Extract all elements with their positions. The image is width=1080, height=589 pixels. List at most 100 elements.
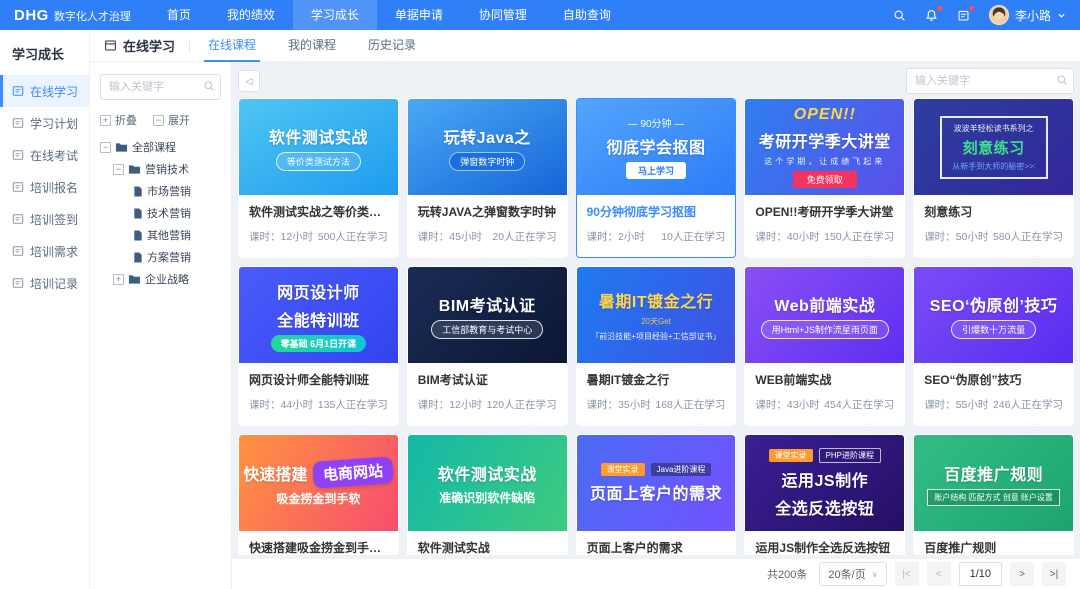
sidebar-item[interactable]: 在线考试 xyxy=(0,139,89,171)
course-card[interactable]: Web前端实战用Html+JS制作流星雨页面WEB前端实战课时：43小时454人… xyxy=(744,266,905,426)
course-title[interactable]: 玩转JAVA之弹窗数字时钟 xyxy=(418,203,557,220)
nav-menu-item[interactable]: 协同管理 xyxy=(461,0,545,30)
tab-active[interactable]: 在线课程 xyxy=(204,30,260,62)
todo-list-icon[interactable] xyxy=(957,8,971,22)
course-title[interactable]: 网页设计师全能特训班 xyxy=(249,371,388,388)
tree-node[interactable]: −全部课程 xyxy=(100,136,221,158)
collapse-label: 折叠 xyxy=(115,112,137,128)
tree-node[interactable]: 其他营销 xyxy=(100,224,221,246)
course-title[interactable]: 刻意练习 xyxy=(924,203,1063,220)
collapse-node-icon[interactable]: − xyxy=(100,142,111,153)
course-card[interactable]: OPEN!!考研开学季大讲堂这个学期，让成绩飞起来免费领取OPEN!!考研开学季… xyxy=(744,98,905,258)
stat: 98 xyxy=(418,255,446,258)
course-title[interactable]: 90分钟彻底学习抠图 xyxy=(587,203,726,220)
sidebar-item[interactable]: 在线学习 xyxy=(0,75,89,107)
nav-menu-item[interactable]: 自助查询 xyxy=(545,0,629,30)
course-title[interactable]: SEO“伪原创”技巧 xyxy=(924,371,1063,388)
course-card[interactable]: BIM考试认证工信部教育与考试中心BIM考试认证课时：12小时120人正在学习2… xyxy=(407,266,568,426)
nav-menu-item[interactable]: 单据申请 xyxy=(377,0,461,30)
course-title[interactable]: 快速搭建吸金捞金到手软的电商... xyxy=(249,539,388,555)
course-card[interactable]: 软件测试实战准确识别软件缺陷软件测试实战 xyxy=(407,434,568,555)
expand-all-button[interactable]: − 展开 xyxy=(153,112,190,128)
folder-icon xyxy=(128,274,141,285)
search-icon[interactable] xyxy=(203,80,215,92)
comment-icon xyxy=(354,423,366,426)
course-card[interactable]: 课堂实录Java进阶课程页面上客户的需求页面上客户的需求 xyxy=(576,434,737,555)
tree-node[interactable]: 技术营销 xyxy=(100,202,221,224)
course-title[interactable]: BIM考试认证 xyxy=(418,371,557,388)
course-stats: 25688126 xyxy=(418,423,557,426)
course-meta: 课时：35小时168人正在学习 xyxy=(587,397,726,412)
course-title[interactable]: WEB前端实战 xyxy=(755,371,894,388)
course-card[interactable]: 网页设计师全能特训班零基础 6月1日开课网页设计师全能特训班课时：44小时135… xyxy=(238,266,399,426)
course-banner: — 90分钟 —彻底学会抠图马上学习 xyxy=(577,99,736,195)
sidebar-item[interactable]: 培训记录 xyxy=(0,267,89,299)
search-icon[interactable] xyxy=(893,8,907,22)
course-card[interactable]: 课堂实录PHP进阶课程运用JS制作全选反选按钮运用JS制作全选反选按钮 xyxy=(744,434,905,555)
course-meta: 课时：55小时246人正在学习 xyxy=(924,397,1063,412)
course-card[interactable]: — 90分钟 —彻底学会抠图马上学习90分钟彻底学习抠图课时：2小时10人正在学… xyxy=(576,98,737,258)
notification-bell-icon[interactable] xyxy=(925,8,939,22)
expand-node-icon[interactable]: + xyxy=(113,274,124,285)
prev-page-button[interactable]: < xyxy=(927,562,951,586)
stat: 120 xyxy=(692,255,726,258)
nav-menu-item[interactable]: 首页 xyxy=(149,0,209,30)
tab-item[interactable]: 历史记录 xyxy=(364,30,420,62)
search-icon[interactable] xyxy=(1056,74,1068,86)
course-title[interactable]: 百度推广规则 xyxy=(924,539,1063,555)
course-card[interactable]: 暑期IT镀金之行20天Get「前沿技能+项目经验+工信部证书」暑期IT镀金之行课… xyxy=(576,266,737,426)
banner-text: 这个学期，让成绩飞起来 xyxy=(764,156,885,167)
pagination-bar: 共200条 20条/页 ∨ |< < 1/10 > >| xyxy=(232,559,1080,589)
stat: 1000 xyxy=(249,255,288,258)
course-title[interactable]: 页面上客户的需求 xyxy=(587,539,726,555)
tree-node[interactable]: −营销技术 xyxy=(100,158,221,180)
tree-node[interactable]: 市场营销 xyxy=(100,180,221,202)
course-card[interactable]: 软件测试实战等价类测试方法软件测试实战之等价类测试方法课时：12小时500人正在… xyxy=(238,98,399,258)
course-card[interactable]: SEO‘伪原创’技巧引爆数十万流量SEO“伪原创”技巧课时：55小时246人正在… xyxy=(913,266,1074,426)
module-icon xyxy=(104,39,117,52)
collapse-all-button[interactable]: + 折叠 xyxy=(100,112,137,128)
banner-text: 快速搭建电商网站 xyxy=(243,459,393,486)
nav-menu-item[interactable]: 我的绩效 xyxy=(209,0,293,30)
course-learners: 500人正在学习 xyxy=(318,229,388,244)
tree-node-label: 技术营销 xyxy=(147,205,191,221)
navbar-right: 李小路 xyxy=(893,5,1080,25)
tree-node[interactable]: 方案营销 xyxy=(100,246,221,268)
panel-collapse-button[interactable]: ◁ xyxy=(238,70,260,92)
banner-text: OPEN!! xyxy=(794,106,856,124)
hours-value: 40小时 xyxy=(787,231,820,243)
last-page-button[interactable]: >| xyxy=(1042,562,1066,586)
course-hours: 课时：12小时 xyxy=(249,229,313,244)
tree-node[interactable]: +企业战略 xyxy=(100,268,221,290)
course-card[interactable]: 快速搭建电商网站吸金捞金到手软快速搭建吸金捞金到手软的电商... xyxy=(238,434,399,555)
course-search-input[interactable] xyxy=(906,68,1074,94)
tree-node-label: 其他营销 xyxy=(147,227,191,243)
stat: 400 xyxy=(354,255,388,258)
next-page-button[interactable]: > xyxy=(1010,562,1034,586)
course-card[interactable]: 玩转Java之弹窗数字时钟玩转JAVA之弹窗数字时钟课时：45小时20人正在学习… xyxy=(407,98,568,258)
sidebar-item[interactable]: 培训报名 xyxy=(0,171,89,203)
nav-menu-item[interactable]: 学习成长 xyxy=(293,0,377,30)
first-page-button[interactable]: |< xyxy=(895,562,919,586)
stat: 1220 xyxy=(977,255,1016,258)
course-card-body: 暑期IT镀金之行课时：35小时168人正在学习800258158 xyxy=(577,363,736,426)
logo-text: DHG xyxy=(14,7,49,24)
tab-item[interactable]: 我的课程 xyxy=(284,30,340,62)
page-size-select[interactable]: 20条/页 ∨ xyxy=(819,562,886,586)
banner-text: 页面上客户的需求 xyxy=(590,480,722,504)
course-title[interactable]: 运用JS制作全选反选按钮 xyxy=(755,539,894,555)
course-title[interactable]: 软件测试实战之等价类测试方法 xyxy=(249,203,388,220)
sidebar-item[interactable]: 培训签到 xyxy=(0,203,89,235)
course-card[interactable]: 百度推广规则账户结构 匹配方式 创意 账户设置百度推广规则 xyxy=(913,434,1074,555)
hours-label: 课时： xyxy=(587,231,619,243)
course-card[interactable]: 波波羊轻松读书系列之刻意练习从新手到大师的秘密>>>刻意练习课时：50小时580… xyxy=(913,98,1074,258)
banner-text-part: 课堂实录 xyxy=(601,463,645,476)
user-menu[interactable]: 李小路 xyxy=(989,5,1066,25)
course-title[interactable]: 软件测试实战 xyxy=(418,539,557,555)
course-title[interactable]: 暑期IT镀金之行 xyxy=(587,371,726,388)
sidebar-item[interactable]: 学习计划 xyxy=(0,107,89,139)
collapse-node-icon[interactable]: − xyxy=(113,164,124,175)
sidebar-item[interactable]: 培训需求 xyxy=(0,235,89,267)
banner-text: 20天Get xyxy=(641,316,671,327)
course-title[interactable]: OPEN!!考研开学季大讲堂 xyxy=(755,203,894,220)
